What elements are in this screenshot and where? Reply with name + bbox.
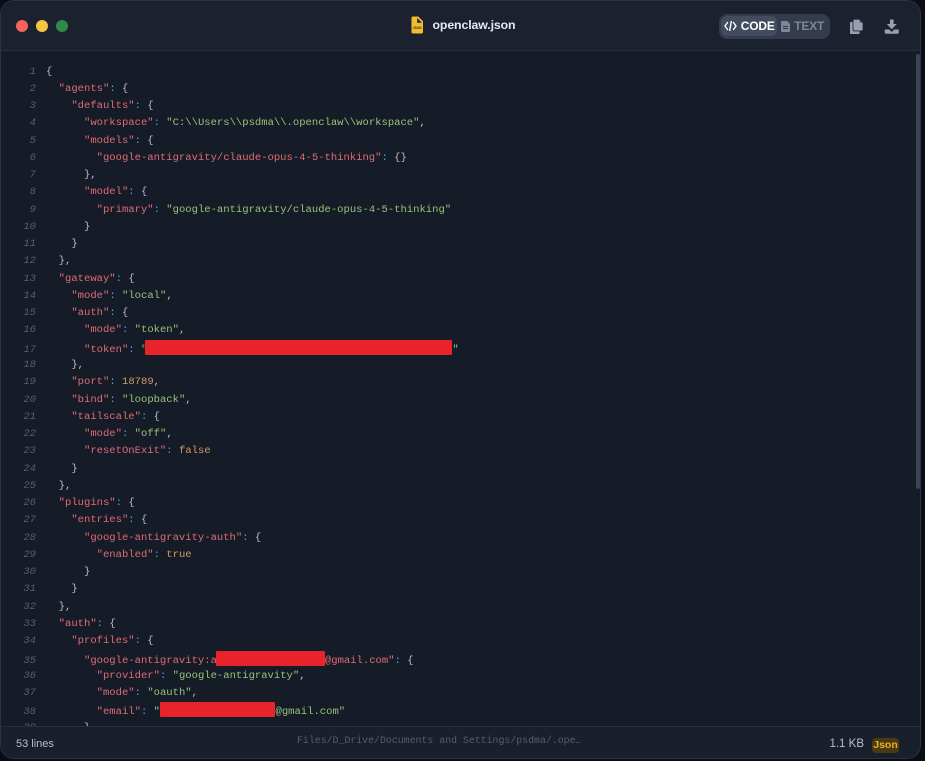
svg-text:JSON: JSON: [413, 26, 422, 30]
